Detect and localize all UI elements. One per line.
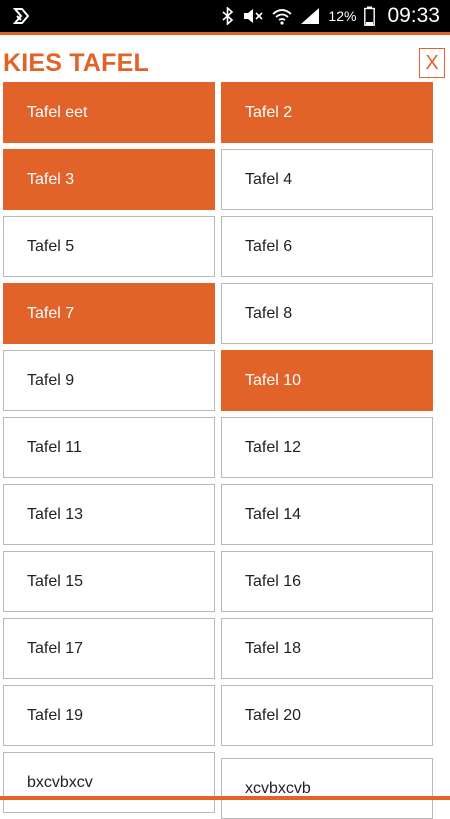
table-tile-label: bxcvbxcv: [27, 773, 93, 791]
table-tile[interactable]: Tafel 13: [3, 484, 215, 545]
table-tile-label: Tafel 19: [27, 706, 84, 724]
table-tile-label: Tafel 20: [245, 706, 302, 724]
table-tile[interactable]: Tafel 19: [3, 685, 215, 746]
bluetooth-icon: [222, 7, 234, 25]
battery-icon: [364, 6, 376, 26]
table-tile[interactable]: Tafel 18: [221, 618, 433, 679]
clock: 09:33: [387, 4, 440, 27]
table-tile-label: Tafel 10: [245, 371, 302, 389]
page-title: KIES TAFEL: [3, 49, 149, 77]
table-tile[interactable]: Tafel 15: [3, 551, 215, 612]
close-button[interactable]: X: [419, 48, 445, 78]
table-tile[interactable]: Tafel 10: [221, 350, 433, 411]
table-tile[interactable]: Tafel 14: [221, 484, 433, 545]
table-tile[interactable]: Tafel 17: [3, 618, 215, 679]
table-tile-label: Tafel 11: [27, 438, 82, 456]
table-tile-label: Tafel 15: [27, 572, 84, 590]
table-tile-label: Tafel 8: [245, 304, 293, 322]
table-tile[interactable]: Tafel 5: [3, 216, 215, 277]
table-tile-label: Tafel 12: [245, 438, 302, 456]
notification-icon: [12, 6, 32, 26]
table-tile-label: Tafel 2: [245, 103, 293, 121]
status-bar: 12% 09:33: [0, 0, 450, 32]
table-tile-label: Tafel 7: [27, 304, 75, 322]
table-tile[interactable]: Tafel 16: [221, 551, 433, 612]
table-tile-label: Tafel 3: [27, 170, 75, 188]
signal-icon: [300, 7, 320, 25]
table-tile[interactable]: Tafel 2: [221, 82, 433, 143]
table-tile[interactable]: Tafel 12: [221, 417, 433, 478]
battery-percentage: 12%: [328, 8, 357, 24]
table-tile-label: Tafel 13: [27, 505, 84, 523]
table-tile-label: Tafel 16: [245, 572, 302, 590]
table-tile[interactable]: Tafel 9: [3, 350, 215, 411]
table-tile-label: Tafel eet: [27, 103, 88, 121]
table-tile-label: Tafel 9: [27, 371, 75, 389]
wifi-icon: [272, 7, 293, 25]
table-tile-label: Tafel 18: [245, 639, 302, 657]
table-tile[interactable]: Tafel 6: [221, 216, 433, 277]
table-tile-label: Tafel 17: [27, 639, 84, 657]
table-tile-label: Tafel 5: [27, 237, 75, 255]
table-tile[interactable]: bxcvbxcv: [3, 752, 215, 813]
table-tile-label: Tafel 4: [245, 170, 293, 188]
table-tile[interactable]: Tafel 7: [3, 283, 215, 344]
table-tile[interactable]: Tafel eet: [3, 82, 215, 143]
table-tile[interactable]: xcvbxcvb: [221, 758, 433, 819]
table-tile[interactable]: Tafel 20: [221, 685, 433, 746]
header: KIES TAFEL X: [0, 35, 450, 83]
table-tile-label: xcvbxcvb: [245, 779, 311, 797]
footer-accent-line: [0, 796, 450, 800]
table-tile[interactable]: Tafel 11: [3, 417, 215, 478]
table-tile-label: Tafel 6: [245, 237, 293, 255]
table-tile-label: Tafel 14: [245, 505, 302, 523]
mute-icon: [242, 7, 264, 25]
table-tile[interactable]: Tafel 3: [3, 149, 215, 210]
table-tile[interactable]: Tafel 4: [221, 149, 433, 210]
table-tile[interactable]: Tafel 8: [221, 283, 433, 344]
